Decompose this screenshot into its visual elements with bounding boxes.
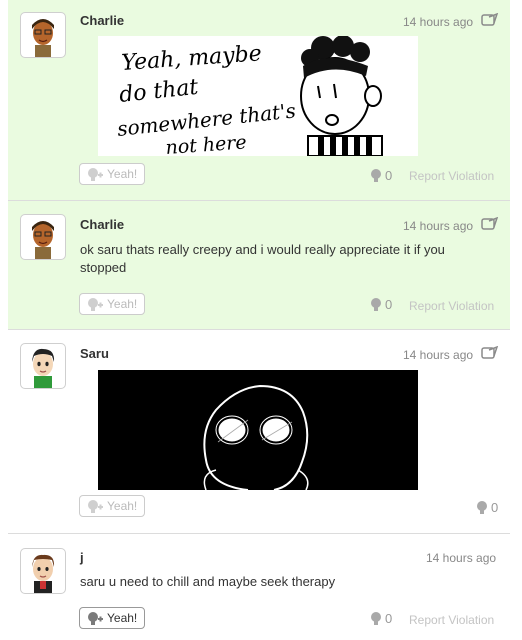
report-violation-link[interactable]: Report Violation xyxy=(409,169,494,183)
yeah-icon xyxy=(88,500,103,513)
yeah-button[interactable]: Yeah! xyxy=(79,163,145,185)
empathy-icon xyxy=(371,611,381,625)
post-drawing xyxy=(98,370,418,490)
comment-post: Saru 14 hours ago Yeah! 0 xyxy=(8,330,510,534)
spoiler-icon xyxy=(481,346,499,359)
report-violation-link[interactable]: Report Violation xyxy=(409,299,494,313)
yeah-button[interactable]: Yeah! xyxy=(79,607,145,629)
drawing-handwriting-line-1: Yeah, maybe xyxy=(121,41,263,76)
empathy-icon xyxy=(371,297,381,311)
yeah-label: Yeah! xyxy=(107,297,138,311)
avatar[interactable] xyxy=(20,343,66,389)
comment-post: Charlie 14 hours ago ok saru thats reall… xyxy=(8,201,510,330)
timestamp: 14 hours ago xyxy=(426,551,497,565)
empathy-icon xyxy=(371,168,381,182)
yeah-label: Yeah! xyxy=(107,167,138,181)
yeah-label: Yeah! xyxy=(107,499,138,513)
yeah-count: 0 xyxy=(476,500,498,515)
yeah-count: 0 xyxy=(370,297,392,312)
author-name[interactable]: Saru xyxy=(80,346,109,361)
yeah-count-value: 0 xyxy=(385,168,393,183)
drawing-handwriting-line-4: not here xyxy=(165,131,248,156)
yeah-icon xyxy=(88,298,103,311)
yeah-button[interactable]: Yeah! xyxy=(79,495,145,517)
comment-post: j 14 hours ago saru u need to chill and … xyxy=(8,534,510,640)
comment-post: Charlie 14 hours ago Yeah, maybe do that… xyxy=(8,0,510,201)
report-violation-link[interactable]: Report Violation xyxy=(409,613,494,627)
drawing-handwriting-line-2: do that xyxy=(118,75,200,108)
yeah-count-value: 0 xyxy=(491,500,499,515)
avatar[interactable] xyxy=(20,12,66,58)
yeah-button[interactable]: Yeah! xyxy=(79,293,145,315)
yeah-icon xyxy=(88,168,103,181)
timestamp: 14 hours ago xyxy=(403,348,474,362)
yeah-label: Yeah! xyxy=(107,611,138,625)
comment-text: ok saru thats really creepy and i would … xyxy=(80,242,445,275)
post-drawing: Yeah, maybe do that somewhere that's not… xyxy=(98,36,418,156)
yeah-count-value: 0 xyxy=(385,297,393,312)
spoiler-icon xyxy=(481,217,499,230)
timestamp: 14 hours ago xyxy=(403,15,474,29)
spoiler-icon xyxy=(481,13,499,26)
yeah-icon xyxy=(88,612,103,625)
yeah-count-value: 0 xyxy=(385,611,393,626)
yeah-count: 0 xyxy=(370,611,392,626)
author-name[interactable]: Charlie xyxy=(80,13,124,28)
avatar[interactable] xyxy=(20,548,66,594)
author-name[interactable]: Charlie xyxy=(80,217,124,232)
empathy-icon xyxy=(477,500,487,514)
author-name[interactable]: j xyxy=(80,550,84,565)
comment-text: saru u need to chill and maybe seek ther… xyxy=(80,574,336,589)
timestamp: 14 hours ago xyxy=(403,219,474,233)
avatar[interactable] xyxy=(20,214,66,260)
yeah-count: 0 xyxy=(370,168,392,183)
